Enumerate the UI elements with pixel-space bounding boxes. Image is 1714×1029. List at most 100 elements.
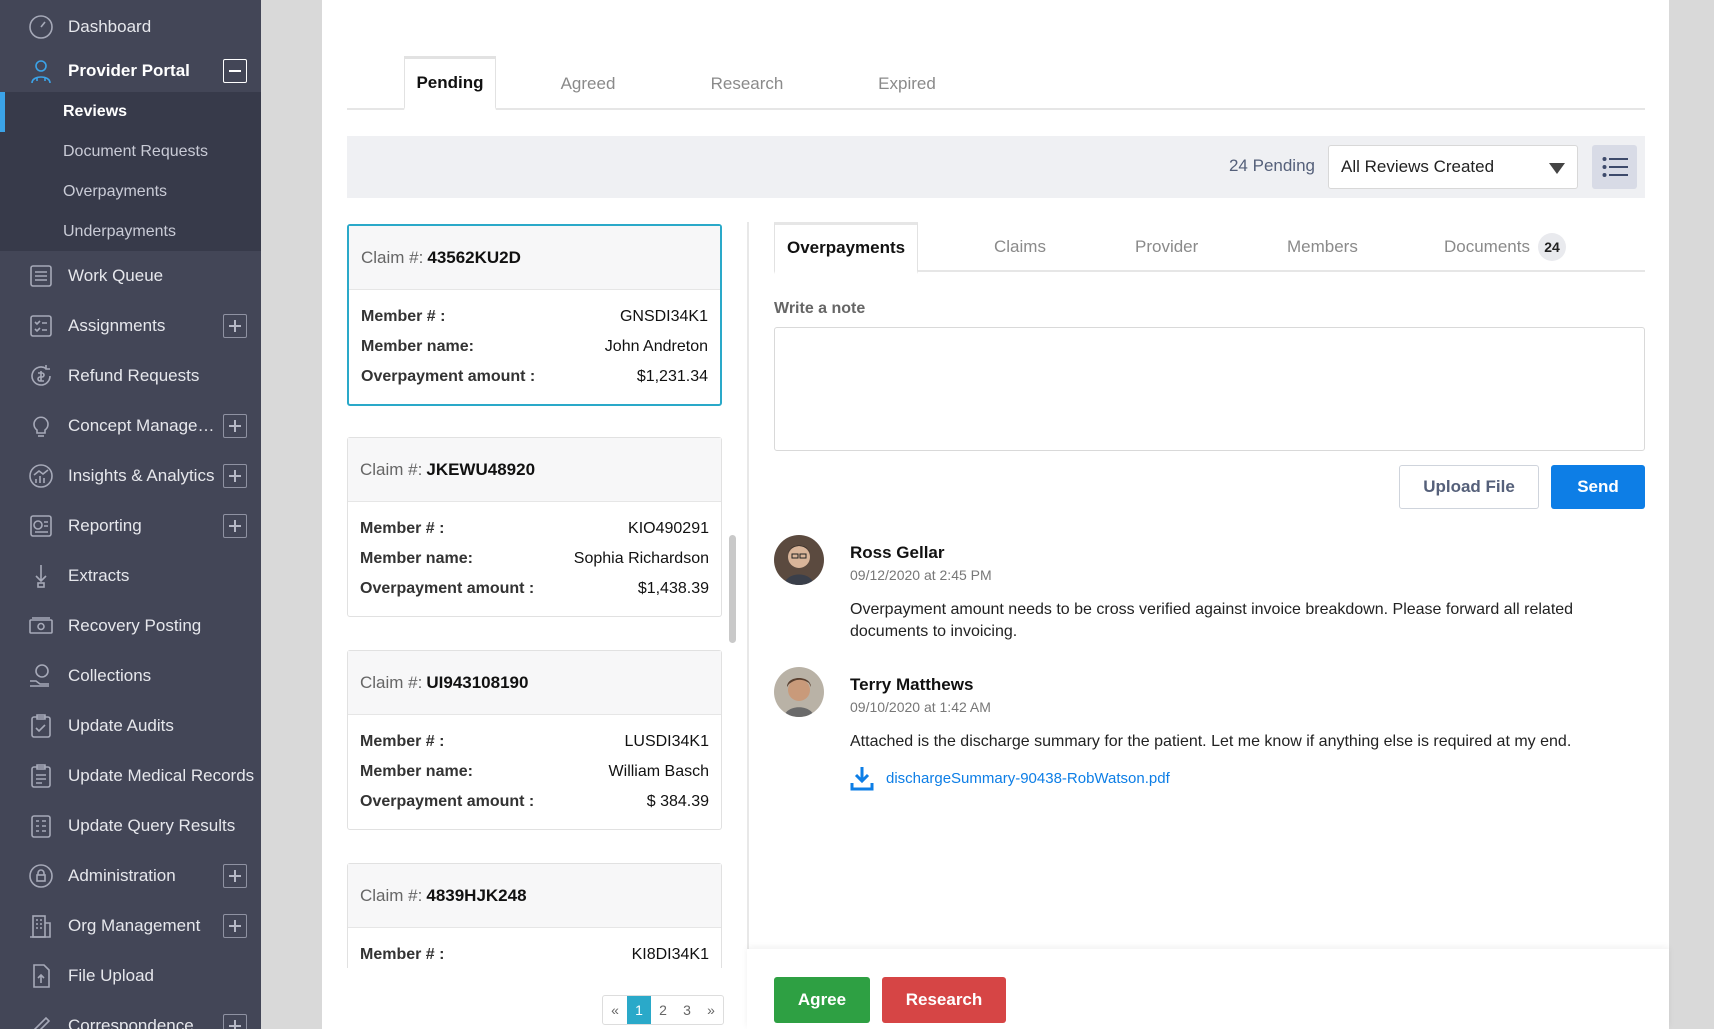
tab-provider[interactable]: Provider bbox=[1135, 222, 1198, 272]
reviews-filter-select[interactable]: All Reviews Created bbox=[1328, 145, 1578, 189]
sidebar-item-org-management[interactable]: Org Management bbox=[0, 901, 261, 951]
pen-icon bbox=[26, 1011, 56, 1029]
expand-icon[interactable] bbox=[223, 914, 247, 938]
avatar bbox=[774, 667, 824, 717]
expand-icon[interactable] bbox=[223, 414, 247, 438]
amount-value: $1,438.39 bbox=[637, 580, 709, 597]
member-name-key: Member name: bbox=[360, 763, 473, 780]
sidebar-item-administration[interactable]: Administration bbox=[0, 851, 261, 901]
sidebar-item-concept-management[interactable]: Concept Managem... bbox=[0, 401, 261, 451]
next-page-button[interactable]: » bbox=[699, 996, 723, 1024]
sidebar-item-reporting[interactable]: Reporting bbox=[0, 501, 261, 551]
send-button[interactable]: Send bbox=[1551, 465, 1645, 509]
sidebar-item-dashboard[interactable]: Dashboard bbox=[0, 2, 261, 52]
comment-time: 09/12/2020 at 2:45 PM bbox=[850, 567, 992, 583]
subnav-document-requests[interactable]: Document Requests bbox=[0, 132, 261, 172]
subnav-reviews[interactable]: Reviews bbox=[0, 92, 261, 132]
member-name-key: Member name: bbox=[360, 550, 473, 567]
tab-pending[interactable]: Pending bbox=[404, 56, 496, 110]
claim-label: Claim #: bbox=[360, 459, 423, 479]
list-icon bbox=[26, 261, 56, 291]
comment-time: 09/10/2020 at 1:42 AM bbox=[850, 699, 991, 715]
clipboard-check-icon bbox=[26, 711, 56, 741]
sidebar-item-update-audits[interactable]: Update Audits bbox=[0, 701, 261, 751]
clipboard-icon bbox=[26, 761, 56, 791]
building-icon bbox=[26, 911, 56, 941]
sidebar-item-assignments[interactable]: Assignments bbox=[0, 301, 261, 351]
tab-documents[interactable]: Documents 24 bbox=[1444, 222, 1566, 272]
tab-agreed[interactable]: Agreed bbox=[523, 58, 653, 110]
claim-label: Claim #: bbox=[361, 247, 424, 267]
collapse-icon[interactable] bbox=[223, 59, 247, 83]
provider-portal-subnav: Reviews Document Requests Overpayments U… bbox=[0, 92, 261, 251]
member-no-value: KI8DI34K1 bbox=[631, 946, 709, 963]
main-panel: Pending Agreed Research Expired 24 Pendi… bbox=[322, 0, 1669, 1029]
sidebar-item-work-queue[interactable]: Work Queue bbox=[0, 251, 261, 301]
claim-label: Claim #: bbox=[360, 672, 423, 692]
research-button[interactable]: Research bbox=[882, 977, 1006, 1023]
member-name-value: Sophia Richardson bbox=[573, 550, 709, 567]
list-view-button[interactable] bbox=[1592, 145, 1637, 189]
tab-members[interactable]: Members bbox=[1287, 222, 1358, 272]
lightbulb-icon bbox=[26, 411, 56, 441]
expand-icon[interactable] bbox=[223, 314, 247, 338]
sidebar-item-file-upload[interactable]: File Upload bbox=[0, 951, 261, 1001]
claim-card[interactable]: Claim #: UI943108190 Member # : LUSDI34K1 … bbox=[347, 650, 722, 830]
status-tabs: Pending Agreed Research Expired bbox=[347, 56, 1645, 110]
filter-bar: 24 Pending All Reviews Created bbox=[347, 136, 1645, 198]
tab-expired[interactable]: Expired bbox=[837, 58, 977, 110]
upload-file-button[interactable]: Upload File bbox=[1399, 465, 1539, 509]
claim-card[interactable]: Claim #: 4839HJK248 Member # : KI8DI34K1 bbox=[347, 863, 722, 968]
claims-list: Claim #: 43562KU2D Member # : GNSDI34K1 Me… bbox=[347, 222, 722, 968]
prev-page-button[interactable]: « bbox=[603, 996, 627, 1024]
subnav-underpayments[interactable]: Underpayments bbox=[0, 212, 261, 252]
sidebar-item-provider-portal[interactable]: Provider Portal bbox=[0, 46, 261, 96]
claims-scrollbar[interactable] bbox=[729, 535, 736, 643]
note-textarea[interactable] bbox=[774, 327, 1645, 451]
sidebar-item-extracts[interactable]: Extracts bbox=[0, 551, 261, 601]
amount-key: Overpayment amount : bbox=[361, 368, 536, 385]
member-no-value: LUSDI34K1 bbox=[624, 733, 710, 750]
attachment-link[interactable]: dischargeSummary-90438-RobWatson.pdf bbox=[850, 765, 1170, 791]
tab-claims[interactable]: Claims bbox=[994, 222, 1046, 272]
sidebar-item-update-medical-records[interactable]: Update Medical Records bbox=[0, 751, 261, 801]
claim-number: 4839HJK248 bbox=[426, 885, 527, 905]
claim-header: Claim #: UI943108190 bbox=[348, 651, 721, 715]
sidebar-item-refund-requests[interactable]: Refund Requests bbox=[0, 351, 261, 401]
sidebar-item-recovery-posting[interactable]: Recovery Posting bbox=[0, 601, 261, 651]
money-icon bbox=[26, 611, 56, 641]
claim-number: JKEWU48920 bbox=[426, 459, 536, 479]
expand-icon[interactable] bbox=[223, 864, 247, 888]
claim-card[interactable]: Claim #: JKEWU48920 Member # : KIO490291 M… bbox=[347, 437, 722, 617]
file-upload-icon bbox=[26, 961, 56, 991]
sidebar-item-update-query-results[interactable]: Update Query Results bbox=[0, 801, 261, 851]
expand-icon[interactable] bbox=[223, 1014, 247, 1029]
claim-label: Claim #: bbox=[360, 885, 423, 905]
member-no-key: Member # : bbox=[361, 308, 446, 325]
expand-icon[interactable] bbox=[223, 464, 247, 488]
sidebar-item-correspondence[interactable]: Correspondence bbox=[0, 1001, 261, 1029]
expand-icon[interactable] bbox=[223, 514, 247, 538]
select-value: All Reviews Created bbox=[1341, 157, 1495, 176]
sidebar-item-insights-analytics[interactable]: Insights & Analytics bbox=[0, 451, 261, 501]
avatar bbox=[774, 535, 824, 585]
comment: Terry Matthews 09/10/2020 at 1:42 AM Att… bbox=[774, 667, 1645, 797]
tab-overpayments[interactable]: Overpayments bbox=[774, 222, 919, 274]
comment-text: Attached is the discharge summary for th… bbox=[850, 733, 1572, 750]
page-3-button[interactable]: 3 bbox=[675, 996, 699, 1024]
claim-card[interactable]: Claim #: 43562KU2D Member # : GNSDI34K1 Me… bbox=[347, 224, 722, 406]
subnav-overpayments[interactable]: Overpayments bbox=[0, 172, 261, 212]
comment: Ross Gellar 09/12/2020 at 2:45 PM Overpa… bbox=[774, 535, 1645, 645]
sidebar-item-collections[interactable]: Collections bbox=[0, 651, 261, 701]
comment-author: Ross Gellar bbox=[850, 543, 945, 562]
tab-research[interactable]: Research bbox=[672, 58, 822, 110]
list-icon bbox=[1602, 157, 1628, 177]
query-icon bbox=[26, 811, 56, 841]
page-2-button[interactable]: 2 bbox=[651, 996, 675, 1024]
provider-icon bbox=[26, 56, 56, 86]
agree-button[interactable]: Agree bbox=[774, 977, 870, 1023]
amount-value: $ 384.39 bbox=[646, 793, 709, 810]
page-1-button[interactable]: 1 bbox=[627, 996, 651, 1024]
documents-count-badge: 24 bbox=[1537, 233, 1566, 261]
checklist-icon bbox=[26, 311, 56, 341]
